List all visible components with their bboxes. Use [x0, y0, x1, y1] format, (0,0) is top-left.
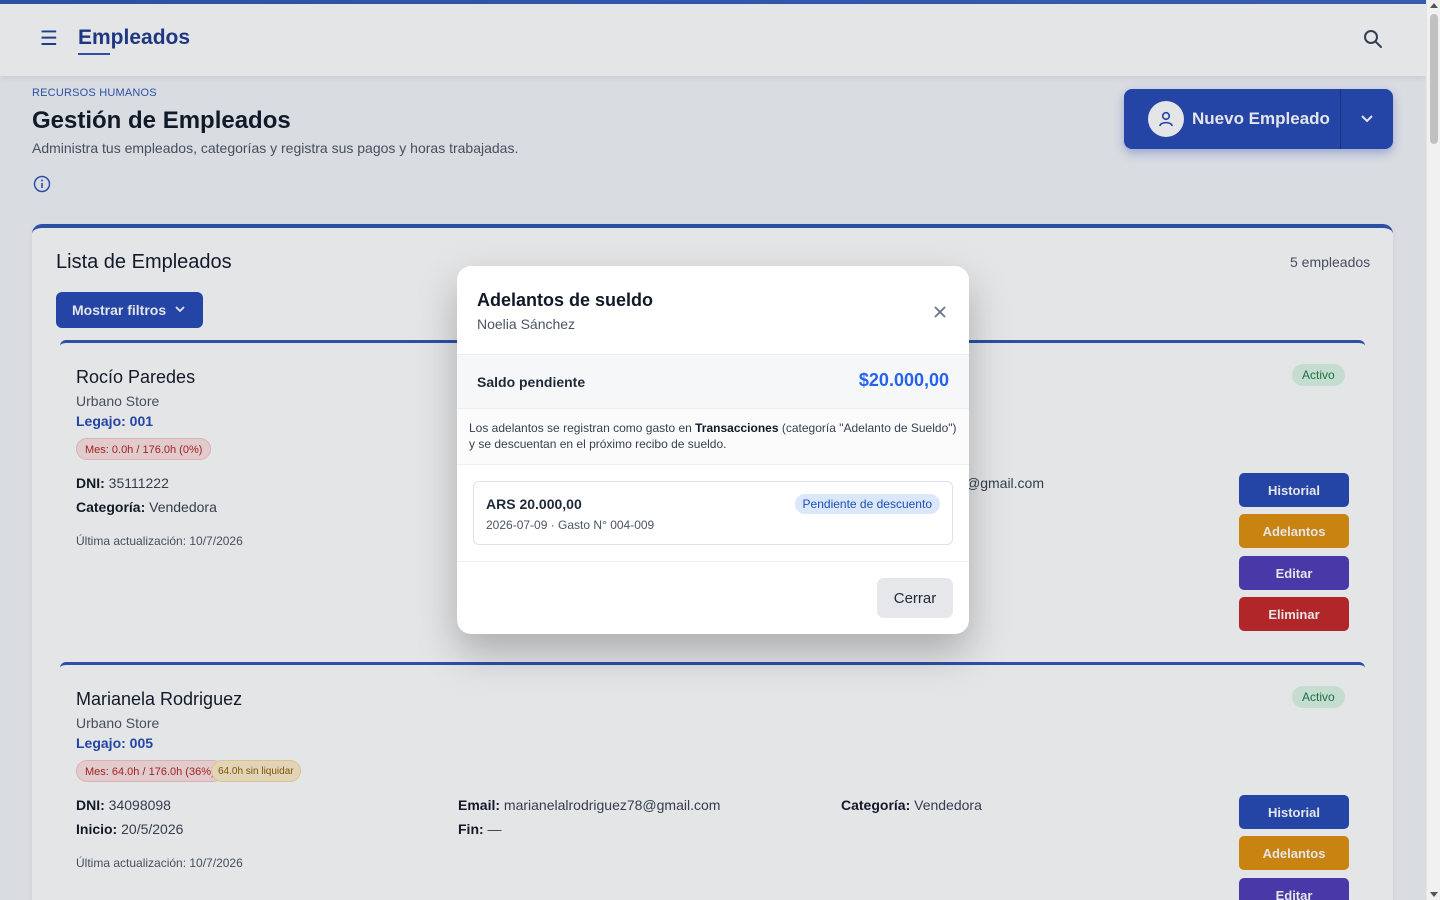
close-button[interactable]: Cerrar: [877, 578, 953, 618]
salary-advances-modal: Adelantos de sueldo Noelia Sánchez Saldo…: [457, 266, 969, 634]
scrollbar-thumb[interactable]: [1430, 14, 1438, 144]
page-scrollbar[interactable]: [1426, 0, 1440, 900]
modal-footer: Cerrar: [457, 561, 969, 634]
pending-balance-label: Saldo pendiente: [477, 374, 586, 390]
modal-title: Adelantos de sueldo: [477, 290, 654, 310]
discount-status-badge: Pendiente de descuento: [794, 494, 940, 514]
advance-amount: ARS 20.000,00: [486, 496, 582, 512]
scroll-down-arrow-icon[interactable]: [1430, 892, 1438, 897]
close-icon[interactable]: [932, 304, 948, 320]
pending-balance-row: Saldo pendiente $20.000,00: [457, 354, 969, 409]
advance-item: ARS 20.000,00 2026-07-09 · Gasto N° 004-…: [473, 481, 953, 545]
advance-meta: 2026-07-09 · Gasto N° 004-009: [486, 518, 655, 532]
modal-employee-name: Noelia Sánchez: [477, 316, 576, 332]
scroll-up-arrow-icon[interactable]: [1430, 3, 1438, 8]
pending-balance-value: $20.000,00: [858, 370, 949, 390]
advances-notice: Los adelantos se registran como gasto en…: [457, 409, 969, 465]
